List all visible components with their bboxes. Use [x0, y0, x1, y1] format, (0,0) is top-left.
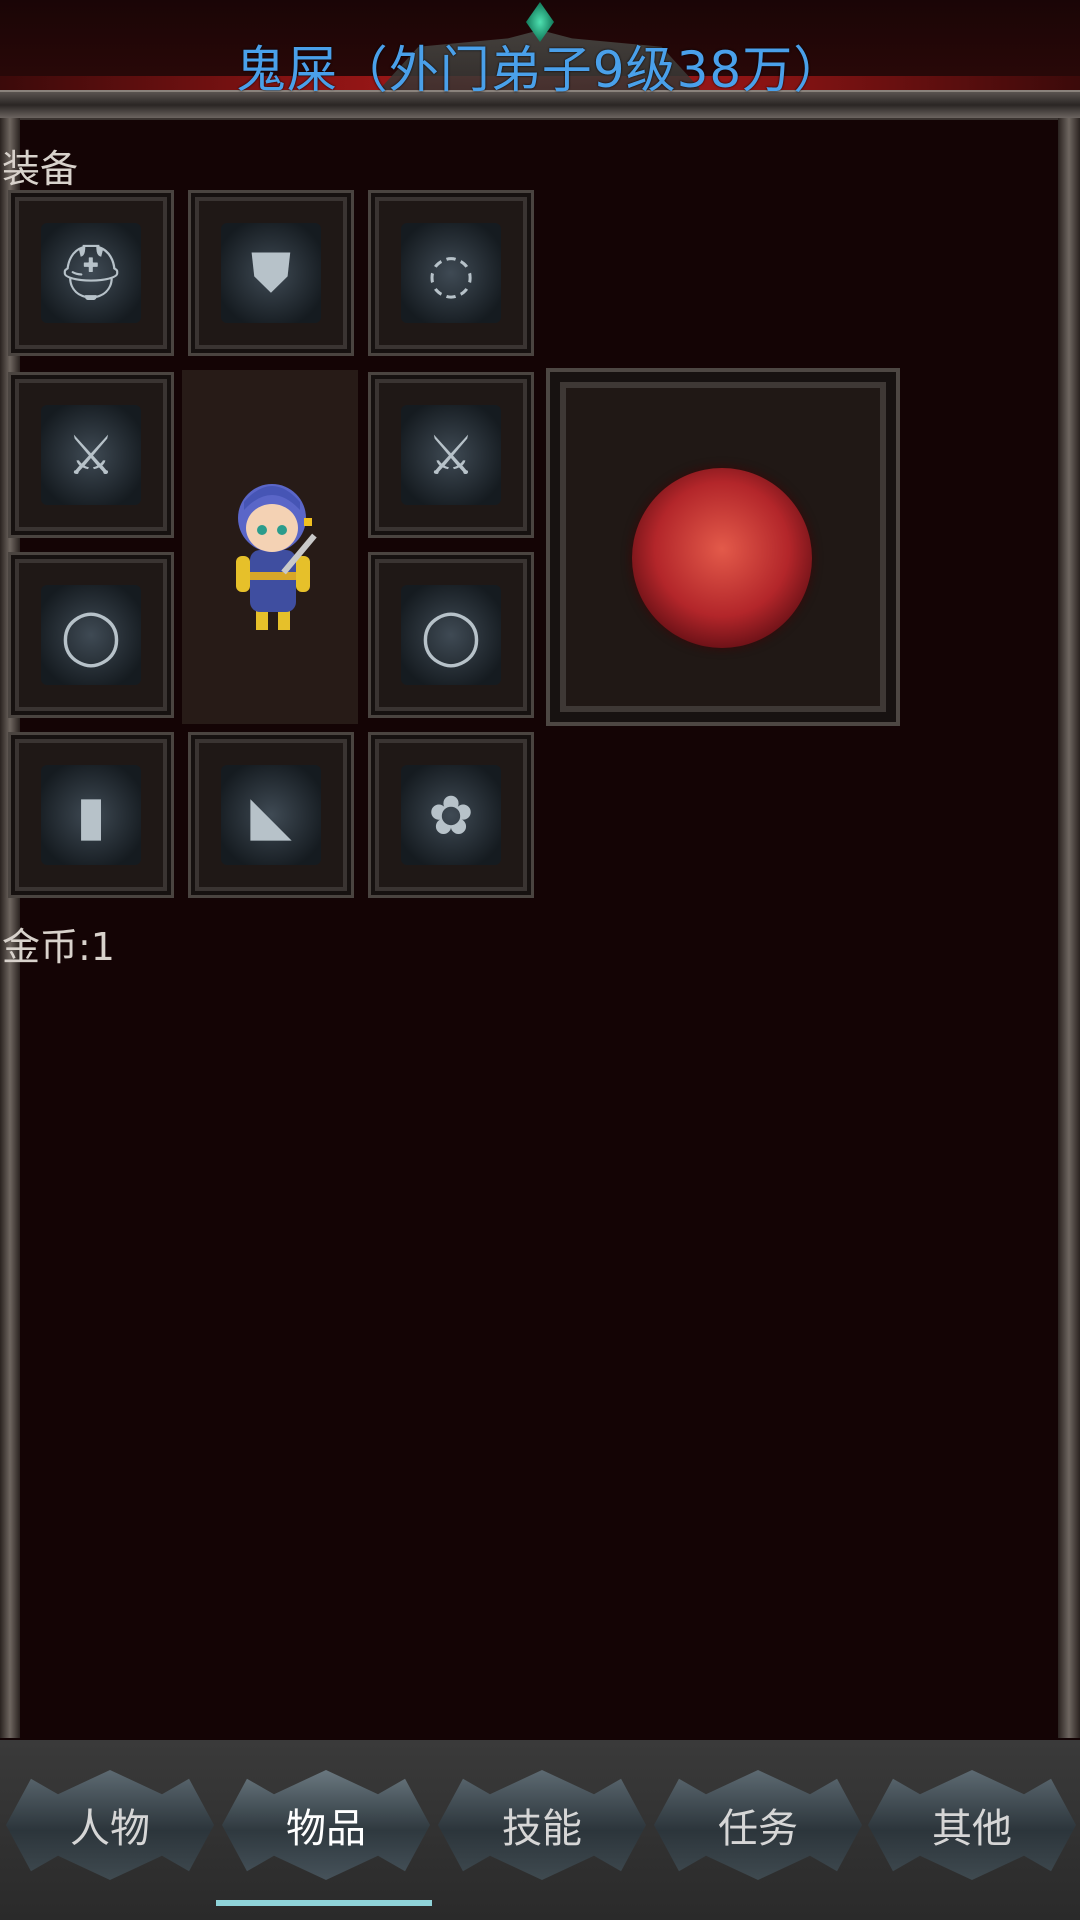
bottom-nav: 人物 物品 技能 任务 其他 — [0, 1740, 1080, 1920]
amulet-icon: ✿ — [401, 765, 501, 865]
ring-icon: ◯ — [401, 585, 501, 685]
bracer-icon: ▮ — [41, 765, 141, 865]
tiger-emblem-icon — [632, 468, 812, 648]
equip-slot-special[interactable] — [546, 368, 900, 726]
character-preview — [182, 370, 358, 724]
tab-items[interactable]: 物品 — [222, 1770, 430, 1880]
weapon-icon: ⚔ — [401, 405, 501, 505]
tab-skills[interactable]: 技能 — [438, 1770, 646, 1880]
necklace-icon: ◌ — [401, 223, 501, 323]
armor-icon: ⛊ — [221, 223, 321, 323]
equip-slot-helmet[interactable]: ⛑ — [8, 190, 174, 356]
tab-quests[interactable]: 任务 — [654, 1770, 862, 1880]
equip-slot-boots[interactable]: ◣ — [188, 732, 354, 898]
equip-slot-weapon-left[interactable]: ⚔ — [8, 372, 174, 538]
character-avatar — [236, 484, 317, 630]
frame-right — [1058, 118, 1080, 1738]
boots-icon: ◣ — [221, 765, 321, 865]
equip-slot-armor[interactable]: ⛊ — [188, 190, 354, 356]
equip-slot-weapon-right[interactable]: ⚔ — [368, 372, 534, 538]
helmet-icon: ⛑ — [41, 223, 141, 323]
ring-icon: ◯ — [41, 585, 141, 685]
tab-other[interactable]: 其他 — [868, 1770, 1076, 1880]
header: 鬼屎（外门弟子9级38万） — [0, 0, 1080, 120]
gold-count: 金币:1 — [2, 925, 115, 969]
weapon-icon: ⚔ — [41, 405, 141, 505]
tab-character[interactable]: 人物 — [6, 1770, 214, 1880]
equip-slot-ring-left[interactable]: ◯ — [8, 552, 174, 718]
equipment-label: 装备 — [2, 147, 79, 191]
page-title: 鬼屎（外门弟子9级38万） — [235, 41, 845, 99]
equip-slot-bracer[interactable]: ▮ — [8, 732, 174, 898]
equip-slot-ring-right[interactable]: ◯ — [368, 552, 534, 718]
equip-slot-necklace[interactable]: ◌ — [368, 190, 534, 356]
active-tab-indicator — [216, 1900, 432, 1906]
equip-slot-amulet[interactable]: ✿ — [368, 732, 534, 898]
